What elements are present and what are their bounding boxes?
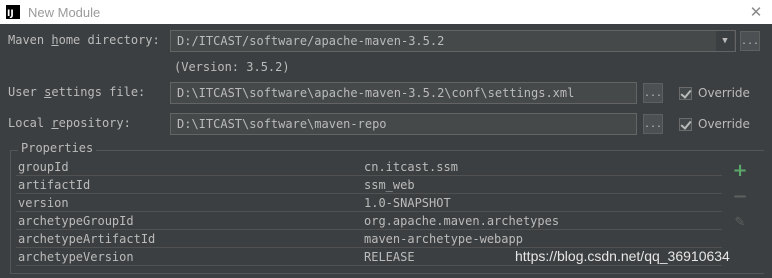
local-repo-label: Local repository: xyxy=(8,116,131,130)
chevron-down-icon[interactable]: ▼ xyxy=(716,31,734,51)
window-title: New Module xyxy=(28,4,101,20)
watermark-text: https://blog.csdn.net/qq_36910634 xyxy=(515,248,730,264)
maven-version-note: (Version: 3.5.2) xyxy=(174,60,290,74)
title-bar: IJ New Module ✕ xyxy=(0,0,772,24)
maven-home-label: Maven home directory: xyxy=(8,33,160,47)
property-key: artifactId xyxy=(18,177,91,192)
intellij-app-icon: IJ xyxy=(6,5,20,19)
property-value: 1.0-SNAPSHOT xyxy=(364,195,451,210)
user-settings-override-label: Override xyxy=(698,86,750,100)
maven-home-value: D:/ITCAST/software/apache-maven-3.5.2 xyxy=(177,34,445,48)
property-key: archetypeGroupId xyxy=(18,213,134,228)
remove-icon[interactable]: − xyxy=(730,186,750,207)
checkbox-checked-icon[interactable] xyxy=(679,86,692,100)
edit-icon[interactable]: ✎ xyxy=(730,212,750,232)
properties-title: Properties xyxy=(18,141,97,155)
add-icon[interactable]: + xyxy=(730,160,750,181)
user-settings-override-toggle[interactable]: Override xyxy=(679,86,750,100)
user-settings-label: User settings file: xyxy=(8,85,146,99)
table-row[interactable]: archetypeArtifactId maven-archetype-webap… xyxy=(16,230,722,248)
properties-toolbar: + − ✎ xyxy=(726,160,754,232)
table-row[interactable]: artifactId ssm_web xyxy=(16,176,722,194)
user-settings-browse-button[interactable]: ... xyxy=(643,83,663,103)
local-repo-browse-button[interactable]: ... xyxy=(643,114,663,134)
maven-home-field[interactable]: D:/ITCAST/software/apache-maven-3.5.2 xyxy=(170,30,736,52)
table-row[interactable]: version 1.0-SNAPSHOT xyxy=(16,194,722,212)
table-row[interactable]: archetypeGroupId org.apache.maven.archety… xyxy=(16,212,722,230)
property-value: ssm_web xyxy=(364,177,415,192)
checkbox-checked-icon[interactable] xyxy=(679,117,692,131)
property-value: maven-archetype-webapp xyxy=(364,231,523,246)
table-row[interactable]: groupId cn.itcast.ssm xyxy=(16,158,722,176)
property-value: cn.itcast.ssm xyxy=(364,159,458,174)
property-value: org.apache.maven.archetypes xyxy=(364,213,560,228)
property-key: groupId xyxy=(18,159,69,174)
user-settings-value: D:\ITCAST\software\apache-maven-3.5.2\co… xyxy=(177,86,575,100)
maven-home-browse-button[interactable]: ... xyxy=(740,31,760,51)
user-settings-field[interactable]: D:\ITCAST\software\apache-maven-3.5.2\co… xyxy=(170,82,637,104)
local-repo-field[interactable]: D:\ITCAST\software\maven-repo xyxy=(170,113,637,135)
local-repo-override-label: Override xyxy=(698,117,750,131)
close-icon[interactable]: ✕ xyxy=(744,3,768,21)
property-key: archetypeVersion xyxy=(18,249,134,264)
local-repo-override-toggle[interactable]: Override xyxy=(679,117,750,131)
property-key: archetypeArtifactId xyxy=(18,231,156,246)
local-repo-value: D:\ITCAST\software\maven-repo xyxy=(177,117,387,131)
property-key: version xyxy=(18,195,69,210)
